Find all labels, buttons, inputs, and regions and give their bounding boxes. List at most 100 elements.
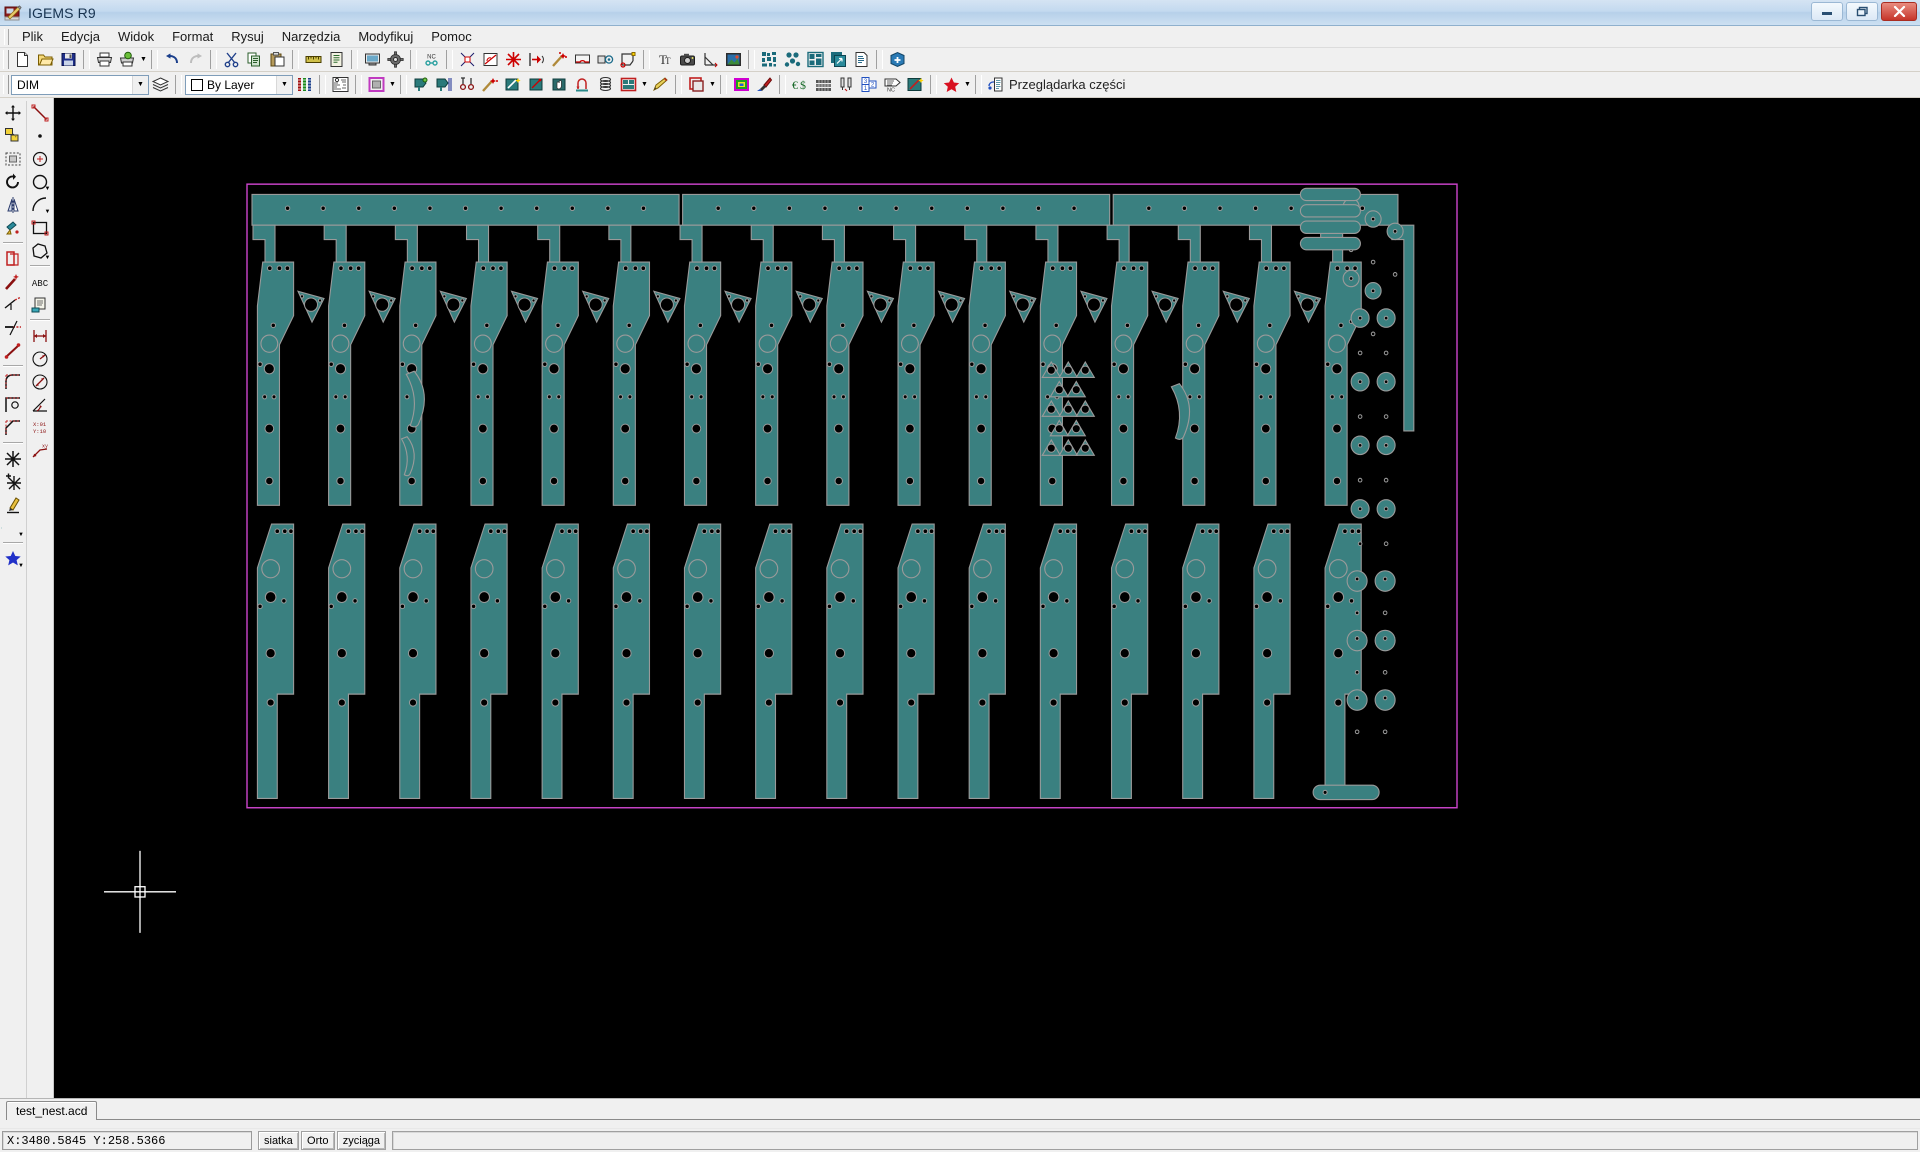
- nc-export-icon[interactable]: NC: [881, 74, 904, 95]
- magic-cut-icon[interactable]: [479, 74, 502, 95]
- toolbar-gripper[interactable]: [3, 50, 9, 69]
- layer-combo[interactable]: DIM ▼: [11, 74, 149, 95]
- nested-part[interactable]: [688, 559, 708, 579]
- star-shape-icon[interactable]: ▼: [1, 547, 25, 570]
- simulate-wand-icon[interactable]: [904, 74, 927, 95]
- toolbar-gripper[interactable]: [3, 75, 9, 94]
- circle-icon[interactable]: ▼: [28, 170, 52, 193]
- status-toggle-grid[interactable]: siatka: [258, 1131, 299, 1150]
- dimension-diameter-icon[interactable]: [28, 370, 52, 393]
- auto-path-icon[interactable]: [502, 74, 525, 95]
- tab-cut-icon[interactable]: [594, 49, 617, 70]
- dimension-angular-icon[interactable]: [28, 393, 52, 416]
- settings-gear-icon[interactable]: [384, 49, 407, 70]
- measure-ruler-icon[interactable]: [302, 49, 325, 70]
- fillet-icon[interactable]: [1, 370, 25, 393]
- cut-head-green-icon[interactable]: [410, 74, 433, 95]
- chevron-down-icon[interactable]: ▼: [18, 532, 24, 538]
- corner-loop-icon[interactable]: [525, 74, 548, 95]
- menu-edycja[interactable]: Edycja: [52, 27, 109, 46]
- nested-part[interactable]: [332, 559, 352, 579]
- nested-part[interactable]: [1257, 559, 1277, 579]
- nested-part[interactable]: [687, 334, 706, 353]
- copy-array-icon[interactable]: [827, 49, 850, 70]
- stretch-icon[interactable]: [1, 339, 25, 362]
- menu-modyfikuj[interactable]: Modyfikuj: [349, 27, 422, 46]
- report-doc-icon[interactable]: [850, 49, 873, 70]
- camera-icon[interactable]: [676, 49, 699, 70]
- drawing-canvas-area[interactable]: [54, 98, 1920, 1098]
- nested-part[interactable]: [260, 334, 279, 353]
- parts-browser-button[interactable]: Przeglądarka części: [985, 74, 1133, 96]
- dimension-radius-icon[interactable]: [28, 347, 52, 370]
- trim-icon[interactable]: [1, 293, 25, 316]
- mirror-icon[interactable]: [1, 193, 25, 216]
- text-tool-icon[interactable]: TT: [653, 49, 676, 70]
- nested-part[interactable]: [1185, 334, 1204, 353]
- move-icon[interactable]: [1, 101, 25, 124]
- angle-dimension-icon[interactable]: [699, 49, 722, 70]
- fill-color-icon[interactable]: [365, 74, 388, 95]
- chevron-down-icon[interactable]: ▼: [45, 209, 51, 215]
- redo-icon[interactable]: [184, 49, 207, 70]
- nested-part[interactable]: [1043, 334, 1062, 353]
- rectangle-icon[interactable]: [28, 216, 52, 239]
- menu-pomoc[interactable]: Pomoc: [422, 27, 480, 46]
- nested-part[interactable]: [1328, 334, 1346, 353]
- add-part-box-icon[interactable]: [886, 49, 909, 70]
- nested-part[interactable]: [973, 559, 992, 579]
- material-stack-icon[interactable]: [812, 74, 835, 95]
- nest-grid-icon[interactable]: [758, 49, 781, 70]
- chevron-down-icon[interactable]: ▼: [45, 255, 51, 261]
- image-frame-icon[interactable]: [722, 49, 745, 70]
- contour-corner-icon[interactable]: [617, 49, 640, 70]
- nested-part[interactable]: [758, 334, 777, 353]
- chamfer-icon[interactable]: [1, 416, 25, 439]
- paint-brush-icon[interactable]: [753, 74, 776, 95]
- nested-part[interactable]: [901, 559, 921, 579]
- open-folder-icon[interactable]: [34, 49, 57, 70]
- nested-part[interactable]: [331, 334, 350, 353]
- favorite-star-icon[interactable]: [940, 74, 963, 95]
- nested-part[interactable]: [402, 334, 421, 353]
- coil-spring-icon[interactable]: [594, 74, 617, 95]
- chevron-down-icon[interactable]: ▼: [18, 563, 24, 569]
- nested-part[interactable]: [972, 334, 990, 353]
- chevron-down-icon[interactable]: ▼: [276, 75, 292, 94]
- undo-icon[interactable]: [161, 49, 184, 70]
- close-button[interactable]: [1881, 2, 1917, 21]
- machine-monitor-icon[interactable]: [361, 49, 384, 70]
- nested-part[interactable]: [1114, 334, 1133, 353]
- fillet-zero-icon[interactable]: [1, 393, 25, 416]
- nested-part[interactable]: [545, 334, 563, 353]
- color-combo[interactable]: By Layer ▼: [185, 74, 293, 95]
- nested-part[interactable]: [901, 334, 919, 353]
- nested-part[interactable]: [1256, 334, 1275, 353]
- menu-narzedzia[interactable]: Narzędzia: [273, 27, 350, 46]
- nested-part[interactable]: [546, 559, 565, 579]
- sheet-layout-icon[interactable]: [804, 49, 827, 70]
- restore-button[interactable]: [1846, 2, 1878, 21]
- chevron-down-icon[interactable]: ▼: [388, 74, 397, 95]
- nc-order-icon[interactable]: 321: [858, 74, 881, 95]
- nested-part[interactable]: [474, 334, 492, 353]
- polyline-icon[interactable]: ▼: [28, 239, 52, 262]
- hatch-pattern-icon[interactable]: [329, 74, 352, 95]
- nested-part[interactable]: [1044, 559, 1063, 579]
- explode-star-icon[interactable]: [502, 49, 525, 70]
- nc-code-icon[interactable]: NC: [420, 49, 443, 70]
- minimize-button[interactable]: [1811, 2, 1843, 21]
- layers-stack-icon[interactable]: [149, 74, 172, 95]
- dimension-linear-icon[interactable]: [28, 324, 52, 347]
- menu-format[interactable]: Format: [163, 27, 222, 46]
- split-panel-icon[interactable]: [617, 74, 640, 95]
- nested-part[interactable]: [1329, 559, 1348, 579]
- coordinate-readout-icon[interactable]: X:01 Y:10: [28, 416, 52, 439]
- annotation-icon[interactable]: [28, 293, 52, 316]
- nested-part[interactable]: [1186, 559, 1206, 579]
- nesting-drawing[interactable]: [54, 98, 1920, 1098]
- point-icon[interactable]: [28, 124, 52, 147]
- array-polar-icon[interactable]: ▼: [1, 516, 25, 539]
- chevron-down-icon[interactable]: ▼: [963, 74, 972, 95]
- print-preview-icon[interactable]: [116, 49, 139, 70]
